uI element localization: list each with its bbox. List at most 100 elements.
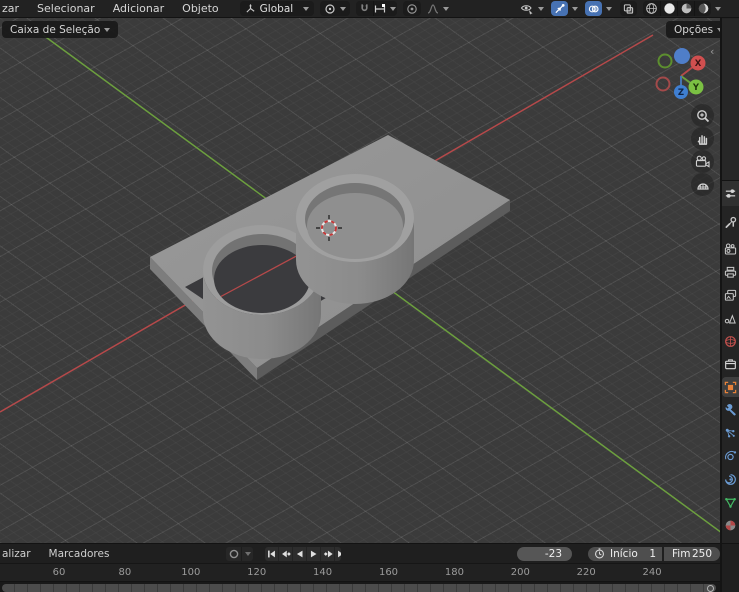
timeline-menu-markers[interactable]: Marcadores bbox=[40, 548, 119, 560]
timeline-editor: alizar Marcadores -23 bbox=[0, 543, 720, 592]
show-overlays-toggle[interactable] bbox=[585, 1, 602, 16]
menu-object[interactable]: Objeto bbox=[173, 0, 228, 18]
scrollbar-knob[interactable] bbox=[707, 585, 714, 592]
tab-modifiers[interactable] bbox=[722, 400, 739, 420]
view-layer-images-icon bbox=[724, 289, 737, 302]
falloff-curve-icon bbox=[427, 4, 439, 14]
ruler-tick: 240 bbox=[643, 567, 662, 578]
chevron-down-icon bbox=[390, 7, 396, 11]
tab-object-data[interactable] bbox=[722, 492, 739, 512]
scene-icon bbox=[724, 312, 737, 325]
constraints-icon bbox=[724, 473, 737, 486]
play-button[interactable] bbox=[306, 547, 320, 561]
shading-rendered-button[interactable] bbox=[694, 1, 711, 16]
axis-ball-neg-z[interactable] bbox=[674, 48, 690, 64]
zoom-button[interactable] bbox=[691, 104, 714, 127]
toggle-perspective-button[interactable] bbox=[691, 173, 714, 196]
current-frame-field[interactable]: -23 bbox=[517, 547, 572, 561]
printer-icon bbox=[724, 266, 737, 279]
next-keyframe-button[interactable] bbox=[320, 547, 334, 561]
pan-button[interactable] bbox=[691, 127, 714, 150]
right-column-bottom bbox=[722, 543, 739, 592]
menu-select[interactable]: Selecionar bbox=[28, 0, 104, 18]
chevron-down-icon bbox=[340, 7, 346, 11]
model-ring-right[interactable] bbox=[296, 174, 414, 304]
shading-solid-button[interactable] bbox=[660, 1, 677, 16]
jump-to-start-button[interactable] bbox=[265, 547, 278, 561]
shading-wireframe-icon bbox=[645, 2, 658, 15]
shading-wireframe-button[interactable] bbox=[643, 1, 660, 16]
axis-label-x: X bbox=[695, 59, 702, 69]
magnifier-plus-icon bbox=[696, 109, 710, 123]
axis-ball-neg-y[interactable] bbox=[659, 55, 672, 68]
object-visibility-dropdown[interactable] bbox=[517, 1, 547, 16]
tab-output[interactable] bbox=[722, 262, 739, 282]
timeline-scroll-strip bbox=[0, 581, 720, 592]
chevron-down-icon bbox=[538, 7, 544, 11]
jump-to-end-button[interactable] bbox=[334, 547, 340, 561]
properties-tab-strip bbox=[722, 206, 739, 543]
end-value: 250 bbox=[692, 548, 712, 560]
active-tool-dropdown[interactable]: Caixa de Seleção bbox=[2, 21, 118, 38]
axis-ball-neg-x[interactable] bbox=[657, 78, 670, 91]
timeline-ruler[interactable]: 6080100120140160180200220240 bbox=[0, 563, 720, 581]
frame-end-field[interactable]: Fim 250 bbox=[664, 547, 720, 561]
visibility-eye-icon bbox=[520, 3, 534, 15]
3d-viewport[interactable]: Caixa de Seleção Opções ‹ X Y Z bbox=[0, 18, 722, 543]
tab-world[interactable] bbox=[722, 331, 739, 351]
auto-keying-toggle[interactable] bbox=[226, 547, 241, 561]
render-camera-icon bbox=[724, 243, 737, 256]
object-properties-icon bbox=[724, 381, 737, 394]
proportional-falloff-dropdown[interactable] bbox=[424, 1, 452, 16]
right-editors-column bbox=[720, 0, 739, 592]
magnet-snap-icon bbox=[359, 3, 370, 14]
play-reverse-button[interactable] bbox=[292, 547, 306, 561]
pivot-point-icon bbox=[324, 3, 336, 15]
chevron-down-icon[interactable] bbox=[715, 7, 721, 11]
ruler-tick: 60 bbox=[53, 567, 66, 578]
xray-toggle[interactable] bbox=[620, 1, 637, 16]
previous-keyframe-button[interactable] bbox=[278, 547, 292, 561]
properties-editor-icon[interactable] bbox=[724, 187, 737, 200]
navigation-axis-gizmo[interactable]: X Y Z bbox=[653, 46, 713, 106]
tab-particles[interactable] bbox=[722, 423, 739, 443]
timeline-scrollbar[interactable] bbox=[2, 584, 716, 592]
modifier-wrench-icon bbox=[724, 404, 737, 417]
camera-view-button[interactable] bbox=[691, 150, 714, 173]
playback-controls bbox=[265, 547, 340, 561]
tab-object[interactable] bbox=[722, 377, 739, 397]
snap-increment-icon bbox=[374, 4, 386, 14]
options-dropdown[interactable]: Opções bbox=[666, 21, 722, 38]
menu-add[interactable]: Adicionar bbox=[104, 0, 173, 18]
frame-range-group: Início 1 Fim 250 bbox=[588, 547, 720, 561]
transform-orientation-dropdown[interactable]: Global bbox=[240, 1, 314, 16]
tab-tool[interactable] bbox=[722, 212, 739, 232]
chevron-down-icon[interactable] bbox=[572, 7, 578, 11]
tab-view-layer[interactable] bbox=[722, 285, 739, 305]
ruler-tick: 160 bbox=[379, 567, 398, 578]
chevron-down-icon[interactable] bbox=[606, 7, 612, 11]
pivot-point-dropdown[interactable] bbox=[320, 1, 350, 16]
tab-scene[interactable] bbox=[722, 308, 739, 328]
tab-material[interactable] bbox=[722, 515, 739, 535]
proportional-editing-toggle[interactable] bbox=[403, 1, 421, 16]
chevron-down-icon bbox=[303, 7, 309, 11]
auto-keying-dropdown[interactable] bbox=[241, 547, 253, 561]
show-gizmos-toggle[interactable] bbox=[551, 1, 568, 16]
tab-constraints[interactable] bbox=[722, 469, 739, 489]
orientation-axes-icon bbox=[245, 3, 256, 14]
tab-physics[interactable] bbox=[722, 446, 739, 466]
start-label: Início bbox=[610, 548, 638, 560]
outliner-body[interactable] bbox=[722, 19, 739, 180]
menu-view[interactable]: zar bbox=[0, 0, 28, 18]
shading-material-button[interactable] bbox=[677, 1, 694, 16]
timeline-menu-view[interactable]: alizar bbox=[0, 548, 40, 560]
frame-start-field[interactable]: Início 1 bbox=[588, 547, 662, 561]
tab-render[interactable] bbox=[722, 239, 739, 259]
snap-settings-dropdown[interactable] bbox=[373, 1, 397, 16]
axis-label-z: Z bbox=[678, 88, 684, 98]
tab-collection[interactable] bbox=[722, 354, 739, 374]
object-data-icon bbox=[724, 496, 737, 509]
snap-toggle-button[interactable] bbox=[356, 1, 373, 16]
shading-rendered-icon bbox=[697, 2, 710, 15]
